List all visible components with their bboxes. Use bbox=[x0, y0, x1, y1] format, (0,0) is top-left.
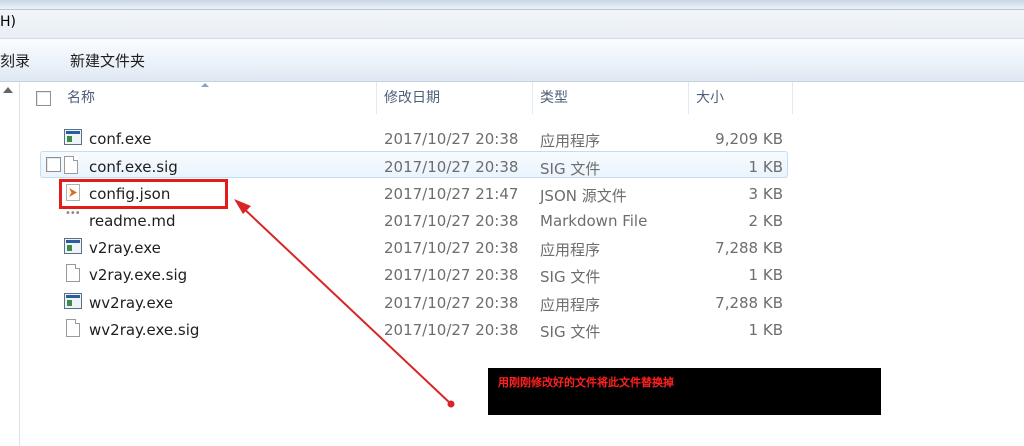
arrow-tail-dot bbox=[447, 400, 455, 408]
arrow-line bbox=[239, 204, 452, 405]
annotation-note: 用刚刚修改好的文件将此文件替换掉 bbox=[488, 368, 881, 415]
annotation-note-text: 用刚刚修改好的文件将此文件替换掉 bbox=[498, 376, 674, 389]
